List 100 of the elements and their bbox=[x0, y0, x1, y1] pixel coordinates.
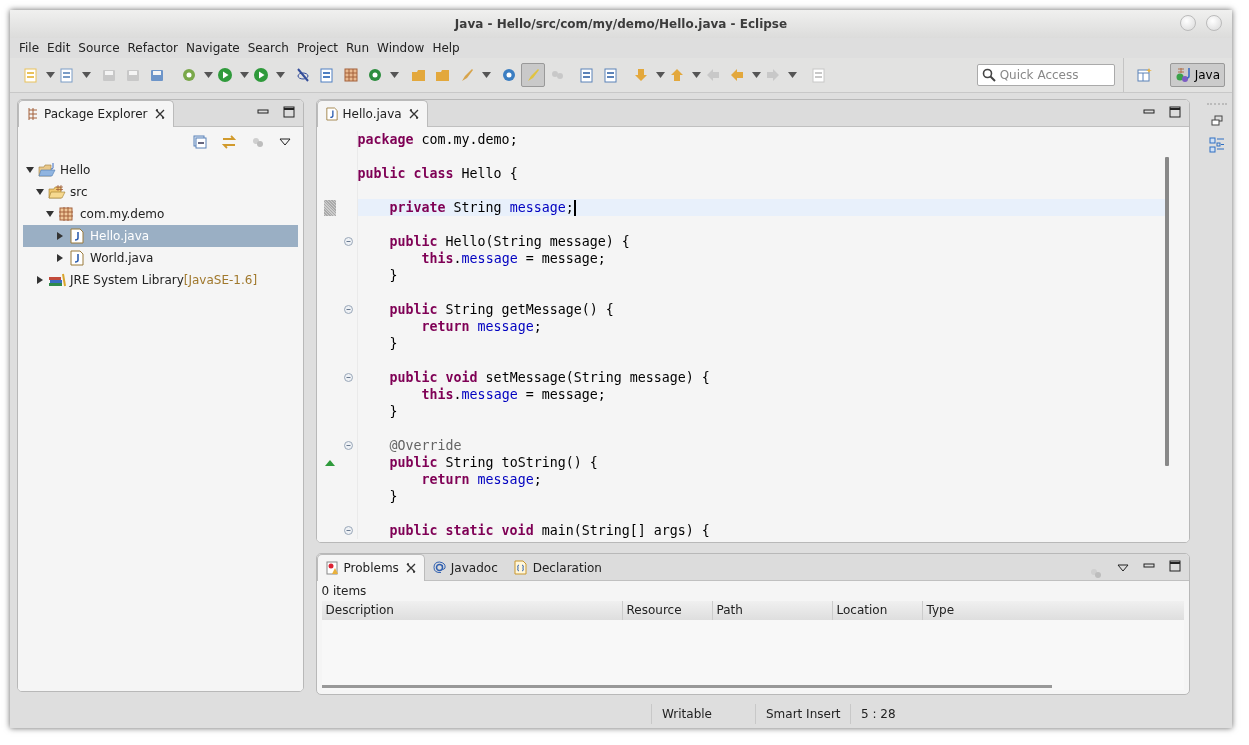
dropdown-icon[interactable] bbox=[46, 72, 55, 78]
java-file-icon bbox=[68, 250, 86, 266]
java-perspective-button[interactable]: Java bbox=[1169, 63, 1225, 87]
expanded-arrow-icon[interactable] bbox=[36, 188, 44, 196]
tree-item[interactable]: com.my.demo bbox=[80, 207, 165, 221]
at-sign-icon bbox=[432, 561, 446, 574]
status-text: Smart Insert bbox=[755, 704, 850, 724]
view-menu-icon[interactable] bbox=[1117, 564, 1130, 572]
code-line: this.message = message; bbox=[420, 386, 607, 403]
tree-item[interactable]: src bbox=[70, 185, 88, 199]
menu-item[interactable]: Source bbox=[74, 41, 124, 55]
collapse-all-icon[interactable] bbox=[192, 135, 207, 149]
dropdown-icon[interactable] bbox=[482, 72, 491, 78]
menu-item[interactable]: Window bbox=[373, 41, 429, 55]
column-header[interactable]: Description bbox=[321, 601, 623, 620]
code-line: package com.my.demo; bbox=[357, 131, 519, 148]
package-explorer-tab[interactable]: Package Explorer bbox=[18, 100, 174, 127]
code-line: public String toString() { bbox=[388, 454, 599, 471]
status-text: 5 : 28 bbox=[850, 704, 921, 724]
dropdown-icon[interactable] bbox=[204, 72, 213, 78]
window-title: Java - Hello/src/com/my/demo/Hello.java - Eclipse bbox=[454, 17, 788, 31]
fold-icon[interactable] bbox=[344, 526, 353, 535]
java-perspective-icon bbox=[1174, 67, 1193, 83]
collapsed-arrow-icon[interactable] bbox=[56, 232, 64, 240]
view-tab[interactable]: Declaration bbox=[505, 555, 610, 580]
menu-item[interactable]: Help bbox=[428, 41, 464, 55]
menu-item[interactable]: Navigate bbox=[181, 41, 244, 55]
dropdown-icon[interactable] bbox=[82, 72, 91, 78]
fold-icon[interactable] bbox=[344, 237, 353, 246]
collapsed-arrow-icon[interactable] bbox=[56, 254, 64, 262]
close-icon[interactable] bbox=[405, 563, 416, 573]
expanded-arrow-icon[interactable] bbox=[46, 210, 54, 218]
dropdown-icon[interactable] bbox=[276, 72, 285, 78]
status-text: Writable bbox=[651, 704, 755, 724]
fold-icon[interactable] bbox=[344, 441, 353, 450]
problems-icon bbox=[325, 561, 339, 575]
maximize-icon[interactable] bbox=[1169, 106, 1182, 118]
code-line: } bbox=[388, 335, 399, 352]
open-perspective-icon[interactable] bbox=[1135, 67, 1152, 83]
fold-icon[interactable] bbox=[344, 373, 353, 382]
menu-item[interactable]: File bbox=[15, 41, 44, 55]
search-icon bbox=[981, 68, 996, 82]
code-line: } bbox=[388, 488, 399, 505]
code-line: public static void main(String[] args) { bbox=[388, 522, 711, 539]
dots-icon bbox=[250, 135, 265, 149]
close-icon[interactable] bbox=[154, 109, 165, 119]
problems-tab[interactable]: Problems bbox=[316, 554, 425, 581]
dropdown-icon[interactable] bbox=[788, 72, 797, 78]
menu-item[interactable]: Search bbox=[243, 41, 293, 55]
project-folder-icon bbox=[38, 162, 56, 178]
code-line: } bbox=[388, 267, 399, 284]
maximize-icon[interactable] bbox=[282, 106, 295, 118]
menu-item[interactable]: Refactor bbox=[123, 41, 182, 55]
code-line: public Hello(String message) { bbox=[388, 233, 631, 250]
code-line: public void setMessage(String message) { bbox=[388, 369, 711, 386]
expanded-arrow-icon[interactable] bbox=[26, 166, 34, 174]
dropdown-icon[interactable] bbox=[656, 72, 665, 78]
books-icon bbox=[48, 272, 66, 288]
dropdown-icon[interactable] bbox=[752, 72, 761, 78]
text-cursor bbox=[573, 200, 576, 216]
tree-item[interactable]: Hello bbox=[60, 163, 91, 177]
code-line: return message; bbox=[420, 471, 543, 488]
scrollbar[interactable] bbox=[321, 685, 1052, 688]
quick-access-field[interactable]: Quick Access bbox=[976, 64, 1115, 86]
item-count: 0 items bbox=[321, 584, 368, 600]
close-icon[interactable] bbox=[408, 109, 419, 119]
source-folder-icon bbox=[48, 184, 66, 200]
code-line: public String getMessage() { bbox=[388, 301, 615, 318]
menu-item[interactable]: Edit bbox=[43, 41, 75, 55]
menu-item[interactable]: Project bbox=[292, 41, 343, 55]
declaration-icon bbox=[513, 560, 528, 575]
scrollbar[interactable] bbox=[1165, 157, 1170, 466]
view-tab[interactable]: Javadoc bbox=[424, 555, 506, 580]
link-editor-icon[interactable] bbox=[220, 135, 237, 149]
code-line: public class Hello { bbox=[357, 165, 519, 182]
restore-icon[interactable] bbox=[1211, 115, 1223, 127]
tree-item[interactable]: JRE System Library[JavaSE-1.6] bbox=[70, 273, 258, 287]
tree-view-icon bbox=[27, 107, 39, 121]
tree-item[interactable]: World.java bbox=[90, 251, 154, 265]
outline-icon[interactable] bbox=[1209, 137, 1225, 153]
code-line: @Override bbox=[388, 437, 463, 454]
collapsed-arrow-icon[interactable] bbox=[36, 276, 44, 284]
maximize-icon[interactable] bbox=[1169, 560, 1182, 572]
editor-tab[interactable]: Hello.java bbox=[316, 100, 428, 127]
column-header[interactable]: Location bbox=[832, 601, 923, 620]
dropdown-icon[interactable] bbox=[692, 72, 701, 78]
java-file-icon bbox=[68, 228, 86, 244]
fold-icon[interactable] bbox=[344, 305, 353, 314]
code-line: return message; bbox=[420, 318, 543, 335]
java-file-icon bbox=[325, 107, 338, 121]
column-header[interactable]: Path bbox=[712, 601, 833, 620]
code-line: this.message = message; bbox=[420, 250, 607, 267]
view-menu-icon[interactable] bbox=[278, 138, 291, 146]
menu-item[interactable]: Run bbox=[342, 41, 374, 55]
dropdown-icon[interactable] bbox=[390, 72, 399, 78]
code-line: } bbox=[388, 403, 399, 420]
package-icon bbox=[58, 206, 76, 222]
dropdown-icon[interactable] bbox=[240, 72, 249, 78]
column-header[interactable]: Resource bbox=[622, 601, 713, 620]
column-header[interactable]: Type bbox=[922, 601, 1185, 620]
